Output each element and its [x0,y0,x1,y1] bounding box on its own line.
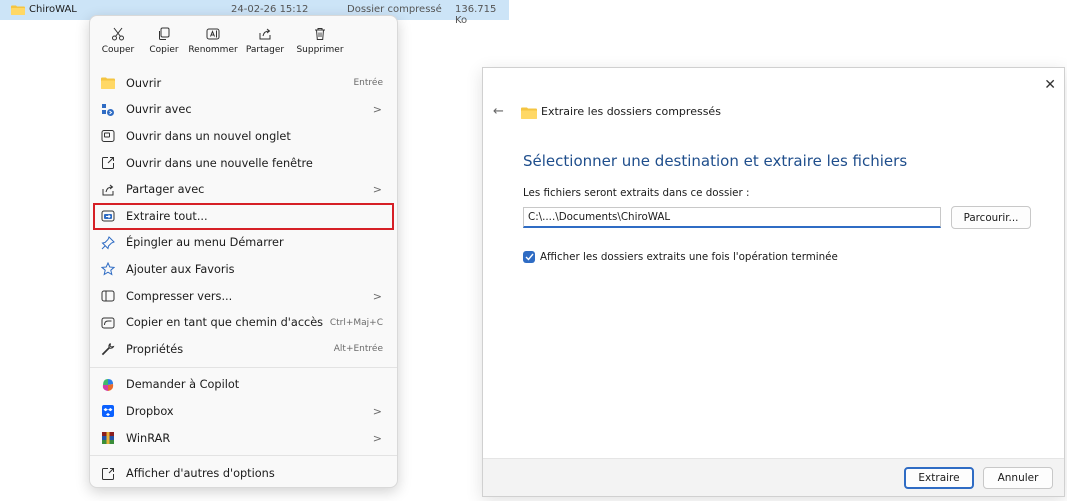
context-menu: Couper Copier Renommer Partager Supprime… [89,15,398,488]
copy-path-icon [100,315,116,331]
menu-item-label: Extraire tout... [126,209,208,223]
menu-item-compresser[interactable]: Compresser vers... > [90,283,397,310]
menu-item-label: Compresser vers... [126,289,233,303]
menu-item-copilot[interactable]: Demander à Copilot [90,372,397,399]
file-size: 136.715 Ko [455,4,497,26]
menu-item-epingler[interactable]: Épingler au menu Démarrer [90,230,397,257]
rename-icon [206,28,220,40]
destination-path-input[interactable] [523,207,941,228]
quick-actions-bar: Couper Copier Renommer Partager Supprime… [90,16,397,65]
menu-item-label: Épingler au menu Démarrer [126,236,284,250]
menu-item-shortcut: Entrée [353,78,384,89]
new-tab-icon [100,128,116,144]
destination-label: Les fichiers seront extraits dans ce dos… [523,187,750,199]
menu-item-label: Ouvrir avec [126,103,192,117]
dialog-footer: Extraire Annuler [483,458,1064,496]
file-name: ChiroWAL [29,4,77,15]
zip-folder-icon [11,5,25,15]
copy-label: Copier [149,45,179,55]
winrar-icon [100,430,116,446]
dialog-heading: Sélectionner une destination et extraire… [523,152,908,170]
menu-item-winrar[interactable]: WinRAR > [90,425,397,452]
rename-label: Renommer [188,45,238,55]
share-label: Partager [245,45,285,55]
delete-label: Supprimer [296,45,344,55]
show-extracted-checkbox[interactable]: Afficher les dossiers extraits une fois … [523,251,838,263]
chevron-right-icon: > [372,404,382,418]
chevron-right-icon: > [372,183,382,197]
menu-item-label: Ajouter aux Favoris [126,262,235,276]
chevron-right-icon: > [372,289,382,303]
new-window-icon [100,155,116,171]
close-icon[interactable]: ✕ [1044,77,1056,93]
menu-item-label: Ouvrir dans une nouvelle fenêtre [126,156,313,170]
extract-button[interactable]: Extraire [904,467,974,489]
extract-dialog: ✕ ← Extraire les dossiers compressés Sél… [482,67,1065,497]
checkbox-label: Afficher les dossiers extraits une fois … [540,251,838,263]
back-arrow-icon[interactable]: ← [493,104,504,119]
dialog-title: Extraire les dossiers compressés [541,105,721,118]
menu-item-label: Propriétés [126,342,184,356]
wrench-icon [100,341,116,357]
menu-item-label: Ouvrir dans un nouvel onglet [126,129,291,143]
copilot-icon [100,377,116,393]
rename-button[interactable]: Renommer [187,16,239,65]
menu-item-proprietes[interactable]: Propriétés Alt+Entrée [90,336,397,363]
menu-item-copier-chemin[interactable]: Copier en tant que chemin d'accès Ctrl+M… [90,309,397,336]
menu-item-autres-options[interactable]: Afficher d'autres d'options [90,460,397,487]
menu-item-nouvelle-fenetre[interactable]: Ouvrir dans une nouvelle fenêtre [90,150,397,177]
share-icon [259,28,271,40]
delete-button[interactable]: Supprimer [291,16,349,65]
file-date: 24-02-26 15:12 [231,4,309,15]
chevron-right-icon: > [372,431,382,445]
compress-icon [100,288,116,304]
star-icon [100,261,116,277]
cut-button[interactable]: Couper [95,16,141,65]
more-options-icon [100,466,116,482]
folder-icon [100,75,116,91]
menu-items: Ouvrir Entrée Ouvrir avec > Ouvrir dans … [90,70,397,487]
extract-icon [100,208,116,224]
copy-button[interactable]: Copier [141,16,187,65]
menu-item-label: Dropbox [126,404,174,418]
menu-item-label: Partager avec [126,183,205,197]
menu-item-shortcut: Ctrl+Maj+C [329,317,383,328]
menu-item-label: Demander à Copilot [126,378,240,392]
pin-icon [100,235,116,251]
cut-label: Couper [101,45,135,55]
menu-item-shortcut: Alt+Entrée [333,344,383,355]
dropbox-icon [100,403,116,419]
file-type: Dossier compressé [347,4,442,15]
menu-separator [90,366,397,368]
menu-item-partager-avec[interactable]: Partager avec > [90,176,397,203]
open-with-icon [100,102,116,118]
cancel-button[interactable]: Annuler [983,467,1053,489]
scissors-icon [112,27,124,41]
browse-button[interactable]: Parcourir... [951,206,1031,229]
menu-item-favoris[interactable]: Ajouter aux Favoris [90,256,397,283]
menu-item-label: Afficher d'autres d'options [126,467,275,481]
trash-icon [315,28,325,40]
menu-separator [90,455,397,457]
copy-icon [159,27,170,40]
zip-folder-icon [521,107,537,119]
menu-item-dropbox[interactable]: Dropbox > [90,398,397,425]
checkbox-checked-icon[interactable] [523,251,535,263]
menu-item-label: Copier en tant que chemin d'accès [126,316,324,330]
menu-item-ouvrir[interactable]: Ouvrir Entrée [90,70,397,97]
menu-item-nouvel-onglet[interactable]: Ouvrir dans un nouvel onglet [90,123,397,150]
menu-item-extraire-tout[interactable]: Extraire tout... [93,202,394,230]
share-icon [100,182,116,198]
menu-item-ouvrir-avec[interactable]: Ouvrir avec > [90,97,397,124]
menu-item-label: Ouvrir [126,76,162,90]
chevron-right-icon: > [372,103,382,117]
share-button[interactable]: Partager [239,16,291,65]
menu-item-label: WinRAR [126,431,171,445]
